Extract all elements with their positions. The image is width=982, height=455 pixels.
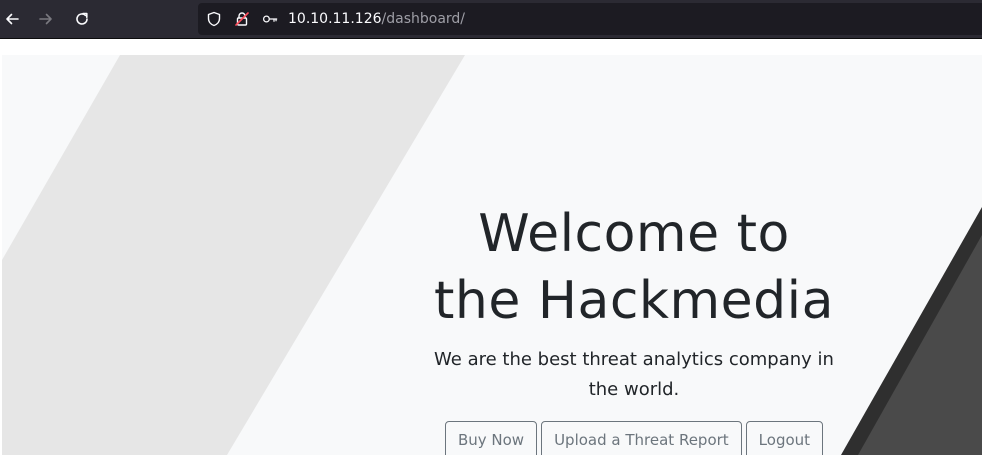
hero-button-row: Buy Now Upload a Threat Report Logout bbox=[414, 421, 854, 455]
upload-threat-report-button[interactable]: Upload a Threat Report bbox=[541, 421, 742, 455]
back-button[interactable] bbox=[0, 7, 24, 31]
url-host: 10.10.11.126 bbox=[288, 11, 382, 27]
hero-title-line-2: the Hackmedia bbox=[433, 271, 834, 331]
browser-toolbar: 10.10.11.126/dashboard/ bbox=[0, 0, 982, 38]
url-text[interactable]: 10.10.11.126/dashboard/ bbox=[288, 10, 465, 28]
buy-now-button[interactable]: Buy Now bbox=[444, 421, 538, 455]
forward-button[interactable] bbox=[34, 7, 58, 31]
hero-title-line-1: Welcome to bbox=[478, 204, 790, 264]
url-path: /dashboard/ bbox=[381, 11, 466, 27]
url-bar[interactable]: 10.10.11.126/dashboard/ bbox=[198, 3, 982, 35]
site-security-button[interactable] bbox=[234, 11, 250, 27]
tracking-protection-button[interactable] bbox=[206, 11, 222, 27]
hero-section: Welcome to the Hackmedia We are the best… bbox=[2, 55, 982, 455]
shield-icon bbox=[207, 11, 221, 27]
key-icon bbox=[262, 15, 278, 23]
decorative-light-shape bbox=[2, 55, 465, 455]
reload-button[interactable] bbox=[70, 7, 94, 31]
reload-icon bbox=[76, 12, 88, 25]
page-viewport: Welcome to the Hackmedia We are the best… bbox=[0, 39, 982, 455]
permissions-button[interactable] bbox=[262, 11, 278, 27]
forward-arrow-icon bbox=[39, 13, 52, 25]
hero-content: Welcome to the Hackmedia We are the best… bbox=[414, 201, 854, 455]
back-arrow-icon bbox=[6, 13, 19, 25]
insecure-lock-icon bbox=[235, 12, 249, 26]
hero-title: Welcome to the Hackmedia bbox=[414, 201, 854, 335]
hero-subtitle: We are the best threat analytics company… bbox=[434, 349, 834, 400]
logout-button[interactable]: Logout bbox=[745, 421, 824, 455]
